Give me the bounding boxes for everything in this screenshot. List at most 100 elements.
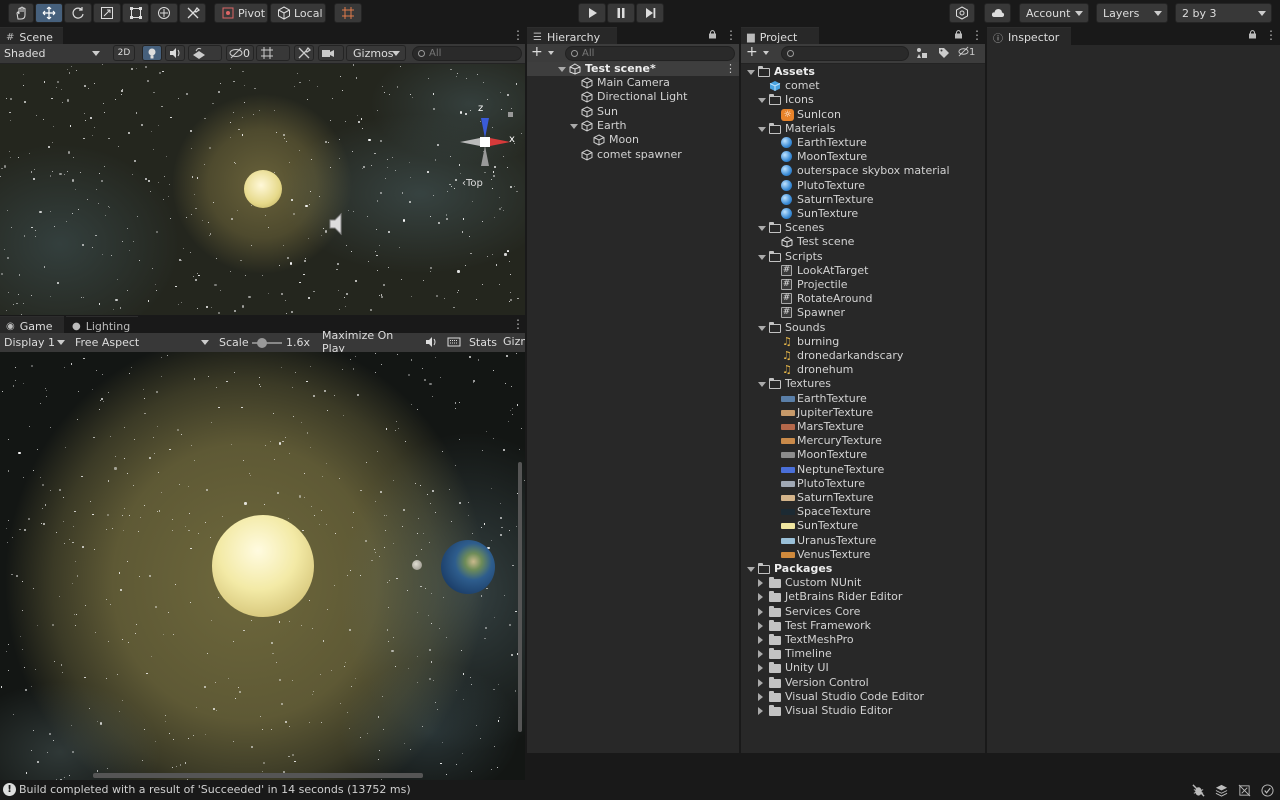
project-folder-row[interactable]: Scripts [741,250,985,264]
grid-snap-button[interactable] [334,3,362,23]
layout-dropdown[interactable]: 2 by 3 [1175,3,1272,23]
project-folder-row[interactable]: Scenes [741,221,985,235]
more-options-icon[interactable]: ⋮ [1265,29,1277,41]
chevron-right-icon[interactable] [758,707,763,715]
scene-search-input[interactable]: All [412,46,522,61]
scene-more-icon[interactable]: ⋮ [725,62,736,76]
orientation-gizmo[interactable]: z x ‹Top [452,98,518,190]
shading-mode-dropdown[interactable]: Shaded [0,44,105,62]
scale-tool-button[interactable] [93,3,121,23]
status-message[interactable]: Build completed with a result of 'Succee… [19,783,411,796]
stats-toggle[interactable]: Stats [467,333,499,351]
label-tag-icon[interactable] [938,47,950,59]
check-circle-icon[interactable] [1261,784,1274,797]
gizmos-dropdown[interactable]: Gizmos [346,45,406,61]
project-asset-row[interactable]: EarthTexture [741,136,985,150]
play-button[interactable] [578,3,606,23]
custom-tool-button[interactable] [179,3,206,23]
move-tool-button[interactable] [35,3,63,23]
project-folder-row[interactable]: Materials [741,122,985,136]
lock-icon[interactable] [1248,29,1257,39]
transform-tool-button[interactable] [150,3,178,23]
alert-icon[interactable]: ! [3,783,16,796]
effects-dropdown[interactable] [188,45,222,61]
gizmo-view-label[interactable]: ‹Top [462,178,483,189]
project-asset-row[interactable]: SunTexture [741,207,985,221]
project-asset-row[interactable]: SaturnTexture [741,491,985,505]
chevron-right-icon[interactable] [758,664,763,673]
scene-root-row[interactable]: Test scene* ⋮ [527,62,739,76]
stack-layers-icon[interactable] [1215,784,1228,797]
project-asset-row[interactable]: ☼ SunIcon [741,108,985,122]
project-asset-row[interactable]: # Spawner [741,306,985,320]
chevron-down-icon[interactable] [570,123,578,129]
pivot-toggle[interactable]: Pivot [214,3,268,23]
chevron-down-icon[interactable] [758,98,766,104]
chevron-right-icon[interactable] [758,636,763,644]
hierarchy-item[interactable]: Sun [527,105,739,119]
project-folder-row[interactable]: Test Framework [741,619,985,633]
game-viewport[interactable] [0,352,525,780]
project-folder-row[interactable]: Custom NUnit [741,576,985,590]
chevron-right-icon[interactable] [758,692,763,701]
chevron-down-icon[interactable] [758,382,766,388]
project-asset-row[interactable]: # LookAtTarget [741,264,985,278]
sun-object[interactable] [244,170,282,208]
project-asset-row[interactable]: SunTexture [741,519,985,533]
project-folder-row[interactable]: Visual Studio Editor [741,704,985,718]
project-asset-row[interactable]: SpaceTexture [741,505,985,519]
layers-dropdown[interactable]: Layers [1096,3,1168,23]
project-asset-row[interactable]: JupiterTexture [741,406,985,420]
lock-icon[interactable] [954,29,963,39]
audio-toggle-button[interactable] [165,45,185,61]
scene-tools-button[interactable] [294,45,314,61]
project-folder-row[interactable]: Sounds [741,321,985,335]
project-asset-row[interactable]: PlutoTexture [741,477,985,491]
mute-audio-toggle[interactable] [421,333,441,351]
debug-mode-icon[interactable] [1192,784,1205,797]
project-folder-row[interactable]: Packages [741,562,985,576]
project-asset-row[interactable]: ♫ dronedarkandscary [741,349,985,363]
chevron-down-icon[interactable] [747,567,755,572]
grid-visibility-dropdown[interactable] [256,45,290,61]
hierarchy-item[interactable]: Main Camera [527,76,739,90]
project-folder-row[interactable]: Services Core [741,605,985,619]
hand-tool-button[interactable] [8,3,34,23]
project-asset-row[interactable]: Test scene [741,235,985,249]
chevron-right-icon[interactable] [758,621,763,630]
network-off-icon[interactable] [1238,784,1251,797]
chevron-down-icon[interactable] [747,70,755,75]
project-folder-row[interactable]: Textures [741,377,985,391]
project-asset-row[interactable]: VenusTexture [741,548,985,562]
project-asset-row[interactable]: comet [741,79,985,93]
chevron-down-icon[interactable] [758,126,766,132]
step-button[interactable] [636,3,664,23]
scene-viewport[interactable]: z x ‹Top [0,64,525,315]
project-asset-row[interactable]: MoonTexture [741,448,985,462]
more-options-icon[interactable]: ⋮ [971,29,983,41]
project-asset-row[interactable]: NeptuneTexture [741,463,985,477]
project-asset-row[interactable]: PlutoTexture [741,179,985,193]
hidden-objects-toggle[interactable]: 0 [226,45,254,61]
aspect-dropdown[interactable]: Free Aspect [72,333,214,351]
camera-settings-dropdown[interactable] [318,45,344,61]
chevron-down-icon[interactable] [758,325,766,331]
create-button[interactable]: + [531,45,557,60]
project-folder-row[interactable]: Visual Studio Code Editor [741,690,985,704]
account-dropdown[interactable]: Account [1019,3,1089,23]
2d-toggle-button[interactable]: 2D [113,45,135,61]
hidden-packages-toggle[interactable]: 1 [958,46,984,60]
maximize-on-play-toggle[interactable]: Maximize On Play [322,329,418,355]
project-asset-row[interactable]: SaturnTexture [741,193,985,207]
project-asset-row[interactable]: MarsTexture [741,420,985,434]
hierarchy-search-input[interactable]: All [565,46,735,61]
project-folder-row[interactable]: TextMeshPro [741,633,985,647]
display-dropdown[interactable]: Display 1 [0,333,70,351]
cloud-button[interactable] [984,3,1011,23]
hierarchy-item[interactable]: Earth [527,119,739,133]
project-asset-row[interactable]: EarthTexture [741,392,985,406]
tab-inspector[interactable]: ⓘ Inspector [987,27,1071,46]
project-folder-row[interactable]: Icons [741,93,985,107]
project-folder-row[interactable]: Timeline [741,647,985,661]
rect-tool-button[interactable] [122,3,149,23]
